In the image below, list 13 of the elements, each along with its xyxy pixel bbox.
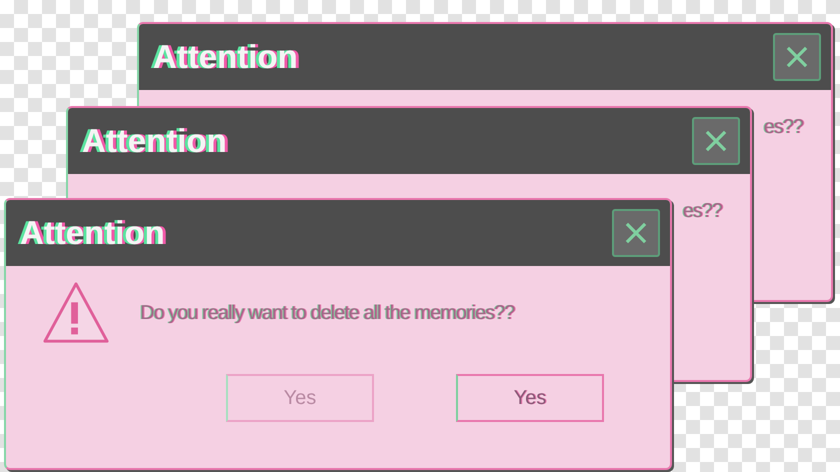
dialog-message: es?? <box>764 116 803 139</box>
window-title: Attention <box>153 38 298 76</box>
close-button[interactable] <box>612 209 660 257</box>
close-icon <box>784 44 810 70</box>
dialog-message: es?? <box>682 200 722 223</box>
close-icon <box>703 128 729 154</box>
dialog-message: Do you really want to delete all the memories?? <box>140 302 514 324</box>
close-button[interactable] <box>692 117 740 165</box>
window-title: Attention <box>20 214 165 252</box>
close-icon <box>623 220 649 246</box>
window-title: Attention <box>82 122 227 160</box>
yes-button[interactable]: Yes <box>456 374 604 422</box>
close-button[interactable] <box>773 33 821 81</box>
